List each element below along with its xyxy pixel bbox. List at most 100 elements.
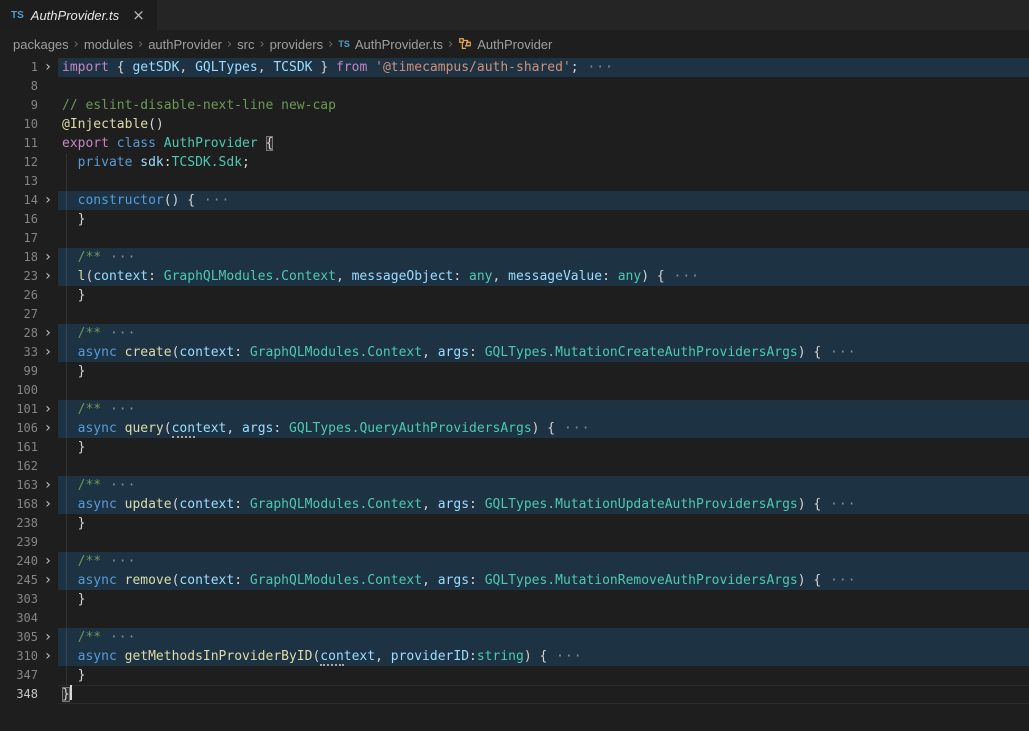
line-number[interactable]: 1 (0, 58, 38, 77)
fold-chevron-icon[interactable]: › (38, 400, 58, 419)
editor-gutter[interactable]: 106› (0, 419, 58, 438)
editor-gutter[interactable]: 168› (0, 495, 58, 514)
editor-gutter[interactable]: 16 (0, 210, 58, 229)
editor-gutter[interactable]: 14› (0, 191, 58, 210)
code-line[interactable]: 303 } (0, 590, 1029, 609)
code-line[interactable]: 163› /** ··· (0, 476, 1029, 495)
editor-gutter[interactable]: 303 (0, 590, 58, 609)
editor-gutter[interactable]: 17 (0, 229, 58, 248)
editor-gutter[interactable]: 13 (0, 172, 58, 191)
editor-gutter[interactable]: 18› (0, 248, 58, 267)
editor-gutter[interactable]: 12 (0, 153, 58, 172)
line-number[interactable]: 240 (0, 552, 38, 571)
line-number[interactable]: 163 (0, 476, 38, 495)
fold-chevron-icon[interactable]: › (38, 191, 58, 210)
editor-gutter[interactable]: 1› (0, 58, 58, 77)
fold-chevron-icon[interactable]: › (38, 495, 58, 514)
code-line[interactable]: 12 private sdk:TCSDK.Sdk; (0, 153, 1029, 172)
fold-chevron-icon[interactable]: › (38, 267, 58, 286)
editor-gutter[interactable]: 161 (0, 438, 58, 457)
fold-chevron-icon[interactable]: › (38, 343, 58, 362)
line-number[interactable]: 17 (0, 229, 38, 248)
line-number[interactable]: 13 (0, 172, 38, 191)
code-line[interactable]: 27 (0, 305, 1029, 324)
code-line[interactable]: 16 } (0, 210, 1029, 229)
editor-gutter[interactable]: 27 (0, 305, 58, 324)
code-line[interactable]: 305› /** ··· (0, 628, 1029, 647)
breadcrumb-item-authprovider-ts[interactable]: TSAuthProvider.ts (338, 37, 443, 52)
line-number[interactable]: 239 (0, 533, 38, 552)
code-editor[interactable]: 1›import { getSDK, GQLTypes, TCSDK } fro… (0, 58, 1029, 731)
line-number[interactable]: 12 (0, 153, 38, 172)
editor-gutter[interactable]: 240› (0, 552, 58, 571)
breadcrumb-item-src[interactable]: src (237, 37, 254, 52)
line-number[interactable]: 14 (0, 191, 38, 210)
fold-chevron-icon[interactable]: › (38, 324, 58, 343)
editor-gutter[interactable]: 11 (0, 134, 58, 153)
line-number[interactable]: 168 (0, 495, 38, 514)
code-line[interactable]: 8 (0, 77, 1029, 96)
code-line[interactable]: 347 } (0, 666, 1029, 685)
editor-gutter[interactable]: 23› (0, 267, 58, 286)
fold-chevron-icon[interactable]: › (38, 419, 58, 438)
line-number[interactable]: 16 (0, 210, 38, 229)
line-number[interactable]: 106 (0, 419, 38, 438)
code-line[interactable]: 238 } (0, 514, 1029, 533)
editor-gutter[interactable]: 10 (0, 115, 58, 134)
line-number[interactable]: 310 (0, 647, 38, 666)
code-line[interactable]: 10@Injectable() (0, 115, 1029, 134)
breadcrumb-item-authprovider[interactable]: AuthProvider (458, 37, 552, 52)
editor-gutter[interactable]: 162 (0, 457, 58, 476)
line-number[interactable]: 18 (0, 248, 38, 267)
fold-chevron-icon[interactable]: › (38, 647, 58, 666)
code-line[interactable]: 23› l(context: GraphQLModules.Context, m… (0, 267, 1029, 286)
fold-chevron-icon[interactable]: › (38, 628, 58, 647)
code-line[interactable]: 100 (0, 381, 1029, 400)
code-line[interactable]: 33› async create(context: GraphQLModules… (0, 343, 1029, 362)
fold-chevron-icon[interactable]: › (38, 248, 58, 267)
code-line[interactable]: 9// eslint-disable-next-line new-cap (0, 96, 1029, 115)
breadcrumb-item-providers[interactable]: providers (270, 37, 323, 52)
line-number[interactable]: 11 (0, 134, 38, 153)
editor-gutter[interactable]: 100 (0, 381, 58, 400)
line-number[interactable]: 10 (0, 115, 38, 134)
code-line[interactable]: 18› /** ··· (0, 248, 1029, 267)
code-line[interactable]: 26 } (0, 286, 1029, 305)
line-number[interactable]: 23 (0, 267, 38, 286)
editor-gutter[interactable]: 310› (0, 647, 58, 666)
line-number[interactable]: 8 (0, 77, 38, 96)
line-number[interactable]: 27 (0, 305, 38, 324)
breadcrumb-item-modules[interactable]: modules (84, 37, 133, 52)
fold-chevron-icon[interactable]: › (38, 476, 58, 495)
tab-authprovider[interactable]: TS AuthProvider.ts × (0, 0, 157, 30)
editor-gutter[interactable]: 9 (0, 96, 58, 115)
code-line[interactable]: 162 (0, 457, 1029, 476)
editor-gutter[interactable]: 238 (0, 514, 58, 533)
editor-gutter[interactable]: 163› (0, 476, 58, 495)
editor-gutter[interactable]: 26 (0, 286, 58, 305)
fold-chevron-icon[interactable]: › (38, 571, 58, 590)
close-icon[interactable]: × (132, 8, 145, 23)
editor-gutter[interactable]: 33› (0, 343, 58, 362)
line-number[interactable]: 347 (0, 666, 38, 685)
code-line[interactable]: 11export class AuthProvider { (0, 134, 1029, 153)
line-number[interactable]: 33 (0, 343, 38, 362)
line-number[interactable]: 161 (0, 438, 38, 457)
fold-chevron-icon[interactable]: › (38, 58, 58, 77)
code-line[interactable]: 304 (0, 609, 1029, 628)
editor-gutter[interactable]: 305› (0, 628, 58, 647)
code-line[interactable]: 1›import { getSDK, GQLTypes, TCSDK } fro… (0, 58, 1029, 77)
line-number[interactable]: 9 (0, 96, 38, 115)
code-line[interactable]: 13 (0, 172, 1029, 191)
code-line[interactable]: 14› constructor() { ··· (0, 191, 1029, 210)
breadcrumb-item-packages[interactable]: packages (13, 37, 69, 52)
line-number[interactable]: 162 (0, 457, 38, 476)
editor-gutter[interactable]: 239 (0, 533, 58, 552)
editor-gutter[interactable]: 347 (0, 666, 58, 685)
fold-chevron-icon[interactable]: › (38, 552, 58, 571)
code-line[interactable]: 106› async query(context, args: GQLTypes… (0, 419, 1029, 438)
editor-gutter[interactable]: 304 (0, 609, 58, 628)
code-line[interactable]: 168› async update(context: GraphQLModule… (0, 495, 1029, 514)
code-line[interactable]: 239 (0, 533, 1029, 552)
code-line[interactable]: 310› async getMethodsInProviderByID(cont… (0, 647, 1029, 666)
